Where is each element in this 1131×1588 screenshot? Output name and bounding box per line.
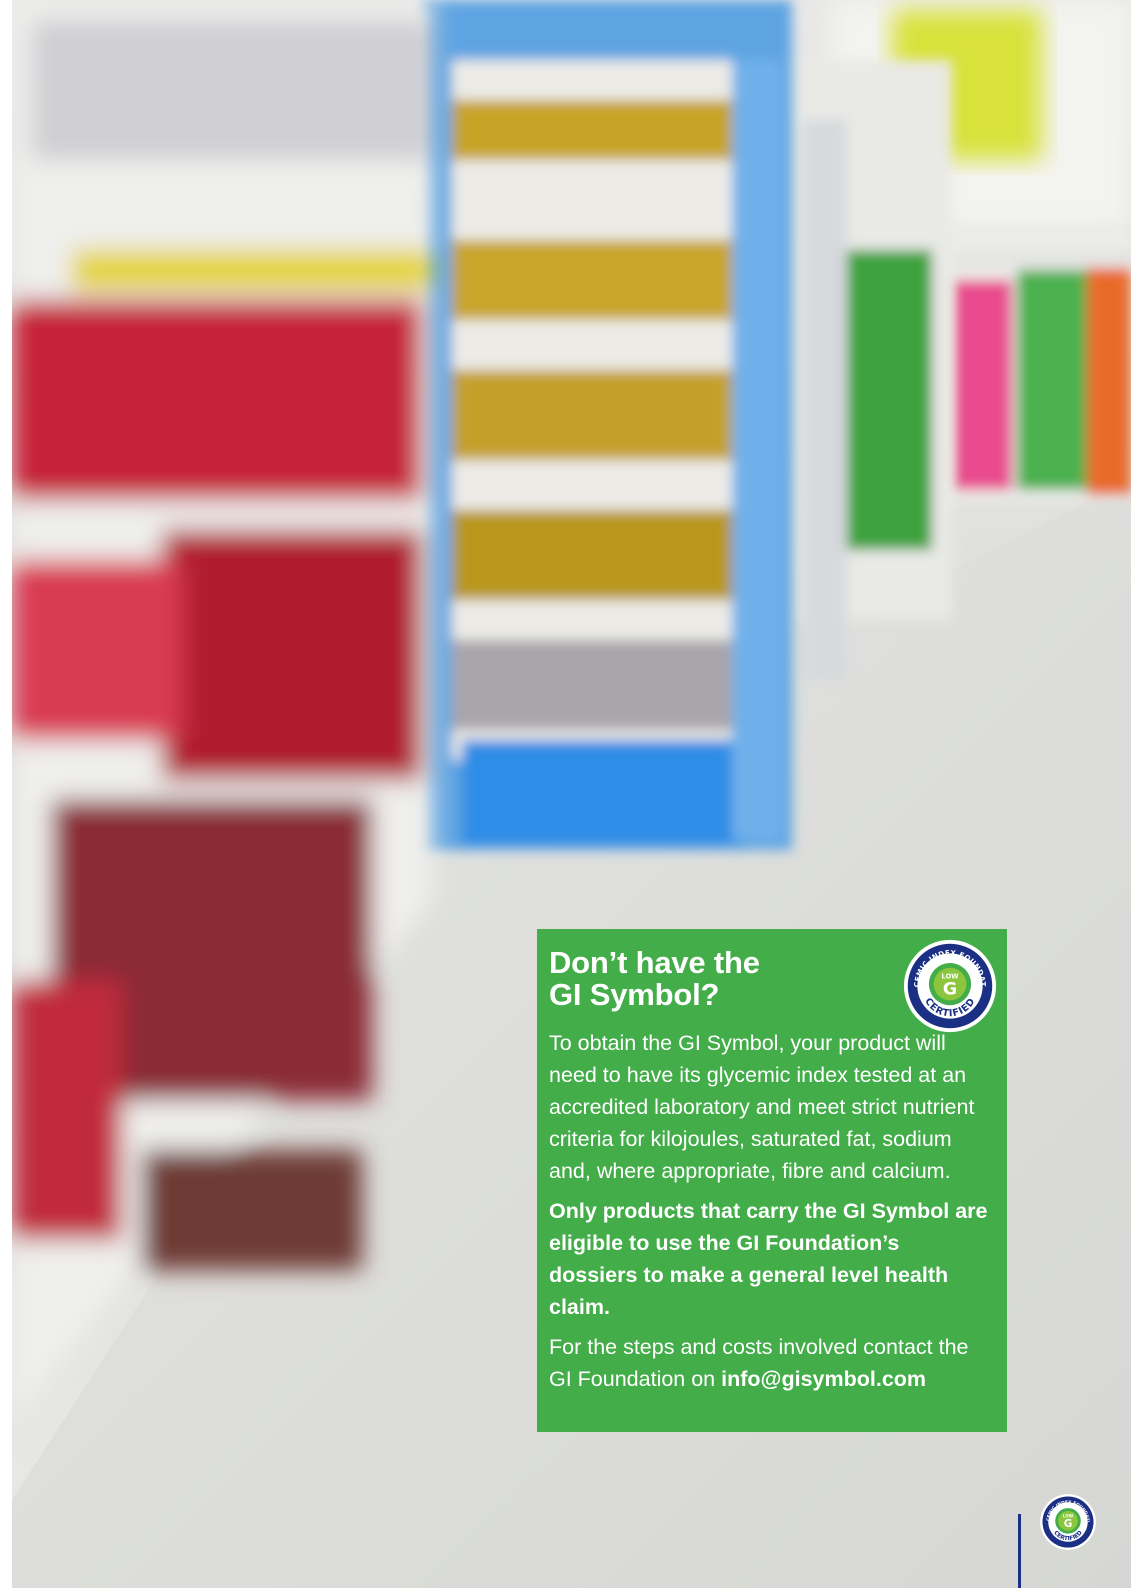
contact-email-link[interactable]: info@gisymbol.com bbox=[721, 1367, 926, 1391]
heading-line-1: Don’t have the bbox=[549, 945, 760, 980]
badge-g-letter: G bbox=[943, 980, 957, 1000]
heading-line-2: GI Symbol? bbox=[549, 977, 720, 1012]
gi-certified-footer-logo-icon: GLYCEMIC INDEX FOUNDATION LOW G CERTIFIE… bbox=[1039, 1493, 1096, 1550]
panel-claim-text: Only products that carry the GI Symbol a… bbox=[549, 1199, 988, 1319]
footer-divider bbox=[1018, 1514, 1021, 1588]
page: Don’t have the GI Symbol? GLYCEMIC INDEX… bbox=[12, 0, 1131, 1588]
panel-heading: Don’t have the GI Symbol? bbox=[549, 947, 849, 1011]
gi-symbol-info-panel: Don’t have the GI Symbol? GLYCEMIC INDEX… bbox=[537, 929, 1007, 1432]
footer-badge-low-text: LOW bbox=[1063, 1513, 1074, 1518]
panel-contact-text: For the steps and costs involved contact… bbox=[549, 1331, 993, 1395]
panel-intro-text: To obtain the GI Symbol, your product wi… bbox=[549, 1031, 975, 1183]
footer-badge-g-letter: G bbox=[1064, 1518, 1073, 1530]
gi-certified-logo-icon: GLYCEMIC INDEX FOUNDATION LOW G CERTIFIE… bbox=[902, 938, 997, 1033]
